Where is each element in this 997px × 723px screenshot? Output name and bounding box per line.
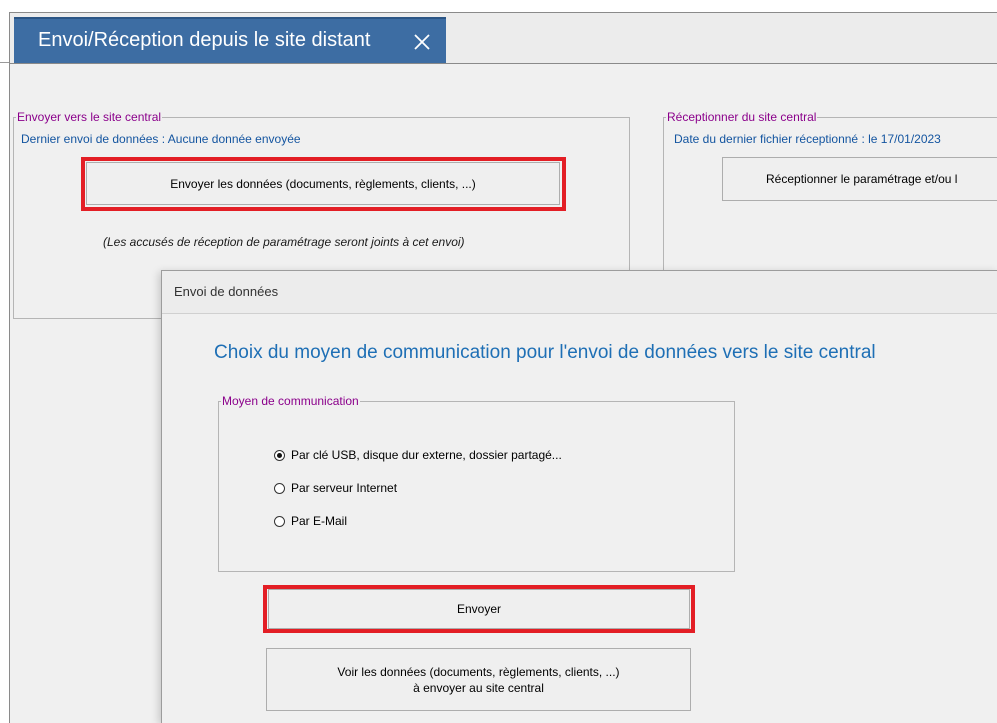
dialog-titlebar: Envoi de données xyxy=(162,271,997,314)
tab-strip: Envoi/Réception depuis le site distant xyxy=(10,13,997,64)
send-group-legend: Envoyer vers le site central xyxy=(17,110,162,124)
option-internet-server-label: Par serveur Internet xyxy=(291,481,398,495)
dialog-title: Envoi de données xyxy=(174,284,279,299)
send-data-dialog: Envoi de données Choix du moyen de commu… xyxy=(161,270,997,723)
option-usb-label: Par clé USB, disque dur externe, dossier… xyxy=(291,448,562,462)
communication-group-legend: Moyen de communication xyxy=(222,394,359,408)
tab-title: Envoi/Réception depuis le site distant xyxy=(38,29,371,51)
last-received-info: Date du dernier fichier réceptionné : le… xyxy=(674,132,941,146)
radio-email[interactable] xyxy=(274,515,285,527)
dialog-heading: Choix du moyen de communication pour l'e… xyxy=(214,342,876,363)
send-data-button-highlight xyxy=(81,157,566,211)
radio-internet-server[interactable] xyxy=(274,482,285,494)
option-internet-server[interactable]: Par serveur Internet xyxy=(274,481,397,495)
close-icon[interactable] xyxy=(412,32,432,52)
view-data-button[interactable]: Voir les données (documents, règlements,… xyxy=(266,648,691,711)
tab-envoi-reception[interactable]: Envoi/Réception depuis le site distant xyxy=(14,17,446,63)
dialog-body: Choix du moyen de communication pour l'e… xyxy=(162,314,997,723)
option-email[interactable]: Par E-Mail xyxy=(274,514,347,528)
option-email-label: Par E-Mail xyxy=(291,514,348,528)
option-usb[interactable]: Par clé USB, disque dur externe, dossier… xyxy=(274,448,562,462)
receive-settings-button[interactable]: Réceptionner le paramétrage et/ou l xyxy=(722,157,997,201)
ack-note: (Les accusés de réception de paramétrage… xyxy=(103,235,465,249)
view-data-button-line1: Voir les données (documents, règlements,… xyxy=(337,664,620,679)
radio-usb[interactable] xyxy=(274,449,285,461)
last-send-info: Dernier envoi de données : Aucune donnée… xyxy=(21,132,301,146)
view-data-button-line2: à envoyer au site central xyxy=(413,680,544,695)
send-button-highlight xyxy=(263,585,695,633)
receive-group-legend: Réceptionner du site central xyxy=(667,110,817,124)
